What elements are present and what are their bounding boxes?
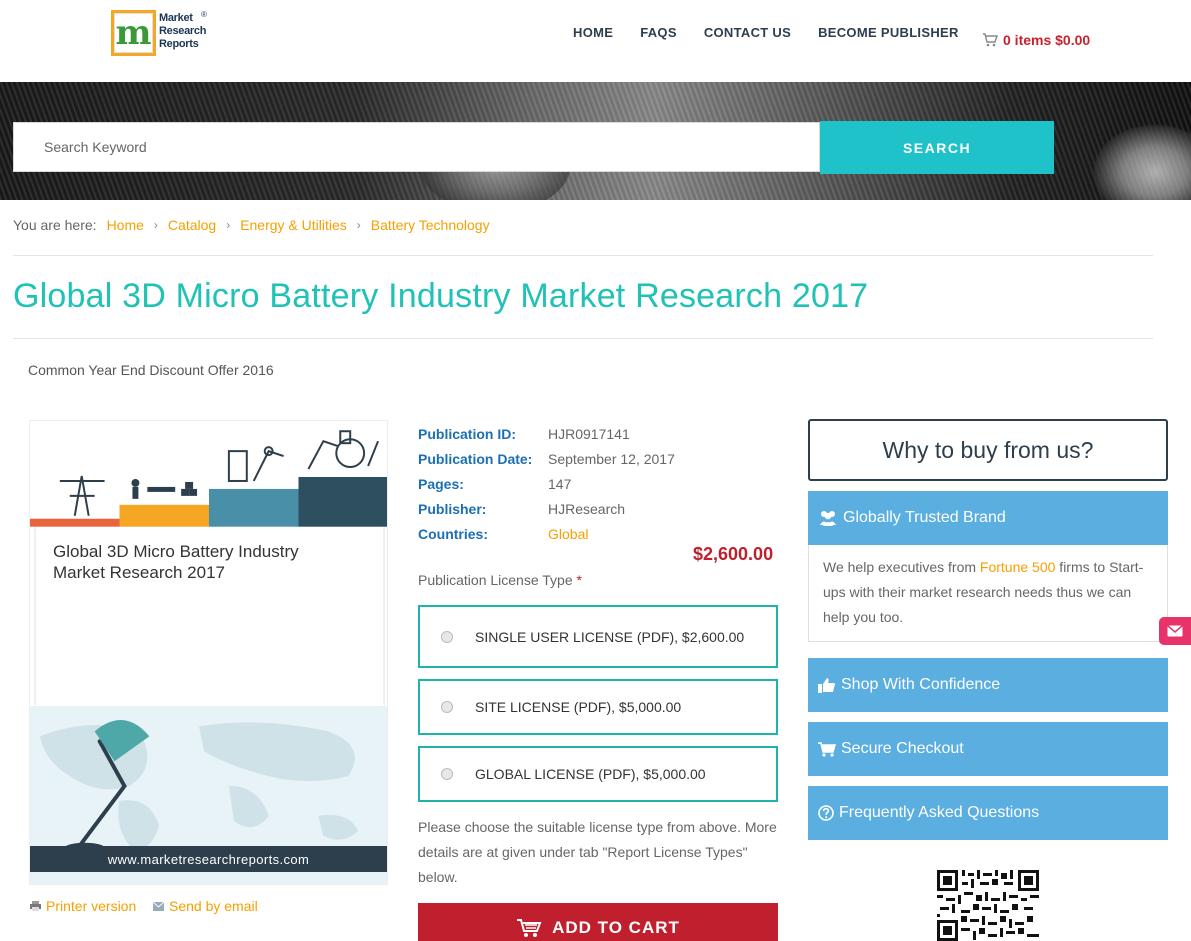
trusted-text-1: We help executives from <box>823 559 980 575</box>
main-nav: HOME FAQS CONTACT US BECOME PUBLISHER <box>573 25 986 40</box>
cart-icon <box>983 33 998 47</box>
breadcrumb-catalog[interactable]: Catalog <box>168 217 216 233</box>
radio-button[interactable] <box>441 701 453 713</box>
printer-version-label: Printer version <box>46 898 137 914</box>
site-logo[interactable]: m Market Research Reports ® <box>111 10 211 58</box>
report-price: $2,600.00 <box>693 544 774 564</box>
license-option-global[interactable]: GLOBAL LICENSE (PDF), $5,000.00 <box>418 746 778 802</box>
meta-key: Publisher: <box>418 500 487 517</box>
cart-text: 0 items $0.00 <box>1003 32 1091 48</box>
search-placeholder: Search Keyword <box>44 139 147 155</box>
discount-offer: Common Year End Discount Offer 2016 <box>28 362 274 378</box>
cover-url: www.marketresearchreports.com <box>30 846 387 872</box>
globally-trusted-brand-tab[interactable]: Globally Trusted Brand <box>808 491 1168 545</box>
breadcrumb-battery-technology[interactable]: Battery Technology <box>371 217 490 233</box>
logo-line-1: Market <box>159 12 193 24</box>
page-title: Global 3D Micro Battery Industry Market … <box>13 277 869 315</box>
meta-row: Countries: Global <box>418 521 675 546</box>
chevron-right-icon: › <box>226 218 231 232</box>
meta-row: Pages: 147 <box>418 471 675 496</box>
users-icon <box>820 511 836 526</box>
search-input[interactable]: Search Keyword <box>13 122 820 172</box>
meta-key: Countries: <box>418 525 488 542</box>
license-option-site[interactable]: SITE LICENSE (PDF), $5,000.00 <box>418 679 778 735</box>
meta-key: Publication Date: <box>418 450 533 467</box>
secure-checkout-tab[interactable]: Secure Checkout <box>808 722 1168 776</box>
radio-button[interactable] <box>441 768 453 780</box>
divider <box>13 255 1153 256</box>
nav-home[interactable]: HOME <box>573 25 613 40</box>
meta-value: 147 <box>548 475 572 492</box>
meta-value: September 12, 2017 <box>548 450 675 467</box>
license-option-label: SITE LICENSE (PDF), $5,000.00 <box>475 699 682 715</box>
email-icon <box>153 901 164 911</box>
hero-banner: Search Keyword SEARCH <box>0 82 1191 200</box>
radio-button[interactable] <box>441 630 453 643</box>
license-option-label: SINGLE USER LICENSE (PDF), $2,600.00 <box>475 628 745 645</box>
license-help-text: Please choose the suitable license type … <box>418 819 777 885</box>
envelope-icon <box>1167 625 1183 637</box>
meta-key: Pages: <box>418 475 464 492</box>
countries-link[interactable]: Global <box>548 526 588 542</box>
divider <box>13 338 1153 339</box>
chevron-right-icon: › <box>153 218 158 232</box>
meta-key: Publication ID: <box>418 425 516 442</box>
globally-trusted-brand-label: Globally Trusted Brand <box>843 509 1006 526</box>
nav-contact-us[interactable]: CONTACT US <box>704 25 791 40</box>
chevron-right-icon: › <box>356 218 361 232</box>
logo-letter: m <box>114 13 153 53</box>
printer-version-link[interactable]: Printer version <box>30 898 136 914</box>
breadcrumb-home[interactable]: Home <box>107 217 144 233</box>
cart-icon <box>818 741 836 757</box>
site-header: m Market Research Reports ® HOME FAQS CO… <box>0 0 1191 82</box>
logo-line-2: Research <box>159 25 207 37</box>
breadcrumb-energy-utilities[interactable]: Energy & Utilities <box>240 217 347 233</box>
meta-row: Publication Date: September 12, 2017 <box>418 446 675 471</box>
add-to-cart-button[interactable]: ADD TO CART <box>418 903 778 941</box>
faq-label: Frequently Asked Questions <box>839 804 1040 821</box>
meta-value: HJResearch <box>548 500 626 517</box>
shop-with-confidence-label: Shop With Confidence <box>841 676 1001 693</box>
nav-become-publisher[interactable]: BECOME PUBLISHER <box>818 25 959 40</box>
meta-value: HJR0917141 <box>548 425 630 442</box>
send-by-email-label: Send by email <box>169 898 258 914</box>
meta-row: Publication ID: HJR0917141 <box>418 421 675 446</box>
license-option-single-user[interactable]: SINGLE USER LICENSE (PDF), $2,600.00 <box>418 605 778 668</box>
question-circle-icon <box>818 805 834 821</box>
cart-icon <box>517 919 542 937</box>
publication-meta: Publication ID: HJR0917141 Publication D… <box>418 421 675 546</box>
faq-tab[interactable]: Frequently Asked Questions <box>808 786 1168 840</box>
printer-icon <box>30 901 41 911</box>
thumbs-up-icon <box>818 678 836 693</box>
search-button[interactable]: SEARCH <box>820 121 1054 174</box>
why-buy-heading: Why to buy from us? <box>808 419 1168 481</box>
trusted-brand-text: We help executives from Fortune 500 firm… <box>808 545 1168 642</box>
shop-with-confidence-tab[interactable]: Shop With Confidence <box>808 658 1168 712</box>
cart-summary[interactable]: 0 items $0.00 <box>982 32 1090 48</box>
send-by-email-link[interactable]: Send by email <box>153 898 258 914</box>
required-marker: * <box>576 572 582 588</box>
license-option-label: GLOBAL LICENSE (PDF), $5,000.00 <box>475 766 706 782</box>
qr-code <box>937 870 1039 941</box>
breadcrumb: You are here: Home › Catalog › Energy & … <box>13 217 490 233</box>
cover-title: Global 3D Micro Battery Industry Market … <box>53 542 299 582</box>
logo-mark: m <box>111 10 156 56</box>
meta-row: Publisher: HJResearch <box>418 496 675 521</box>
license-type-label: Publication License Type * <box>418 572 582 588</box>
industry-illustration <box>30 430 387 527</box>
secure-checkout-label: Secure Checkout <box>841 740 964 757</box>
report-cover: Global 3D Micro Battery Industry Market … <box>29 420 388 885</box>
fortune-500-highlight: Fortune 500 <box>979 559 1056 575</box>
logo-line-3: Reports <box>159 38 199 50</box>
logo-text: Market Research Reports <box>159 12 206 51</box>
add-to-cart-label: ADD TO CART <box>552 918 680 937</box>
email-float-button[interactable] <box>1159 617 1191 645</box>
registered-mark: ® <box>201 10 207 19</box>
breadcrumb-lead: You are here: <box>13 217 97 233</box>
nav-faqs[interactable]: FAQS <box>640 25 677 40</box>
license-label-text: Publication License Type <box>418 572 573 588</box>
